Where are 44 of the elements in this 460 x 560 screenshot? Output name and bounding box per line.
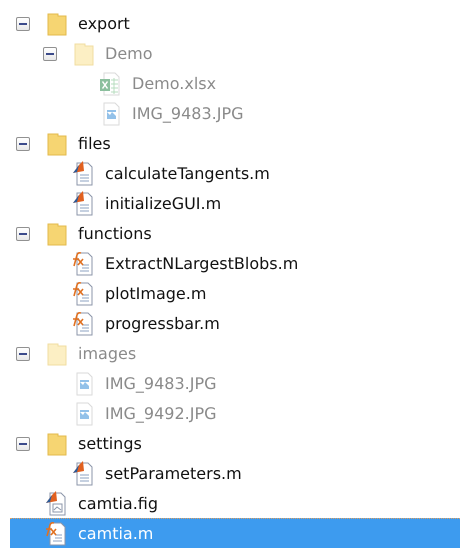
function-file-icon <box>71 280 95 306</box>
item-label: settings <box>78 434 142 453</box>
spreadsheet-icon <box>98 70 122 96</box>
collapse-toggle[interactable] <box>16 136 30 150</box>
item-label: Demo <box>105 44 153 63</box>
item-label: images <box>78 344 136 363</box>
matlab-script-icon <box>71 160 95 186</box>
item-label: functions <box>78 224 152 243</box>
item-label: plotImage.m <box>105 284 206 303</box>
figure-file-icon <box>44 490 68 516</box>
item-label: ExtractNLargestBlobs.m <box>105 254 298 273</box>
matlab-script-icon <box>71 190 95 216</box>
function-file-icon <box>44 520 68 546</box>
tree-item[interactable]: ExtractNLargestBlobs.m <box>10 248 460 278</box>
item-label: calculateTangents.m <box>105 164 270 183</box>
collapse-toggle[interactable] <box>16 16 30 30</box>
tree-item[interactable]: calculateTangents.m <box>10 158 460 188</box>
tree-item[interactable]: files <box>10 128 460 158</box>
item-label: export <box>78 14 130 33</box>
function-file-icon <box>71 310 95 336</box>
collapse-toggle[interactable] <box>16 436 30 450</box>
item-label: camtia.fig <box>78 494 158 513</box>
tree-item[interactable]: setParameters.m <box>10 458 460 488</box>
item-label: Demo.xlsx <box>132 74 216 93</box>
item-label: IMG_9492.JPG <box>105 404 216 423</box>
collapse-toggle[interactable] <box>16 226 30 240</box>
item-label: files <box>78 134 111 153</box>
tree-item[interactable]: settings <box>10 428 460 458</box>
tree-item[interactable]: plotImage.m <box>10 278 460 308</box>
item-label: setParameters.m <box>105 464 242 483</box>
collapse-toggle[interactable] <box>16 346 30 360</box>
item-label: camtia.m <box>78 524 154 543</box>
item-label: progressbar.m <box>105 314 220 333</box>
function-file-icon <box>71 250 95 276</box>
item-label: initializeGUI.m <box>105 194 222 213</box>
matlab-script-icon <box>71 460 95 486</box>
tree-item[interactable]: camtia.fig <box>10 488 460 518</box>
item-label: IMG_9483.JPG <box>105 374 216 393</box>
tree-item[interactable]: progressbar.m <box>10 308 460 338</box>
item-label: IMG_9483.JPG <box>132 104 244 123</box>
collapse-toggle[interactable] <box>43 46 57 60</box>
tree-item[interactable]: export <box>10 8 460 38</box>
tree-item[interactable]: functions <box>10 218 460 248</box>
tree-item[interactable]: initializeGUI.m <box>10 188 460 218</box>
